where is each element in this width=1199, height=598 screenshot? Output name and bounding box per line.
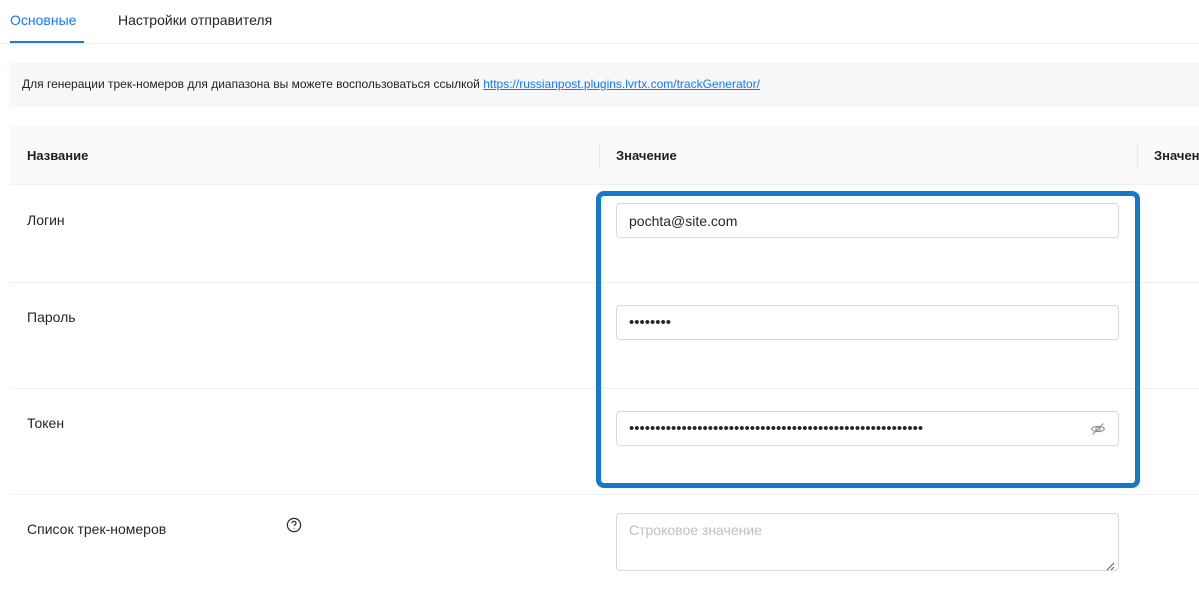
column-header-value-2: Значен <box>1154 148 1199 163</box>
info-banner: Для генерации трек-номеров для диапазона… <box>10 63 1199 107</box>
token-input[interactable]: ••••••••••••••••••••••••••••••••••••••••… <box>616 411 1119 446</box>
table-row-login: Логин pochta@site.com <box>10 186 1199 283</box>
table-row-password: Пароль •••••••• <box>10 283 1199 389</box>
track-list-textarea[interactable]: Строковое значение <box>616 513 1119 571</box>
tab-main[interactable]: Основные <box>10 12 76 28</box>
login-value: pochta@site.com <box>629 212 738 229</box>
active-tab-indicator <box>10 41 84 43</box>
eye-off-icon[interactable] <box>1090 421 1106 437</box>
column-header-name: Название <box>27 148 89 163</box>
token-value: ••••••••••••••••••••••••••••••••••••••••… <box>629 420 924 437</box>
password-input[interactable]: •••••••• <box>616 305 1119 340</box>
row-label: Токен <box>27 415 65 431</box>
login-input[interactable]: pochta@site.com <box>616 203 1119 238</box>
password-value: •••••••• <box>629 314 672 331</box>
resize-handle-icon[interactable] <box>1106 558 1115 571</box>
column-divider <box>599 142 600 168</box>
table-row-token: Токен ••••••••••••••••••••••••••••••••••… <box>10 389 1199 495</box>
info-text: Для генерации трек-номеров для диапазона… <box>22 77 484 91</box>
column-header-value: Значение <box>616 148 677 163</box>
textarea-placeholder: Строковое значение <box>629 522 762 538</box>
table-row-track-list: Список трек-номеров Строковое значение <box>10 495 1199 598</box>
track-generator-link[interactable]: https://russianpost.plugins.lvrtx.com/tr… <box>483 77 760 91</box>
tab-sender-settings[interactable]: Настройки отправителя <box>118 12 272 28</box>
row-label: Список трек-номеров <box>27 521 167 537</box>
column-divider <box>1137 142 1138 168</box>
row-label: Пароль <box>27 309 76 325</box>
question-circle-icon[interactable] <box>286 517 302 533</box>
table-header: Название Значение Значен <box>10 126 1199 185</box>
row-label: Логин <box>27 212 65 228</box>
tab-bar: Основные Настройки отправителя <box>0 0 1199 44</box>
